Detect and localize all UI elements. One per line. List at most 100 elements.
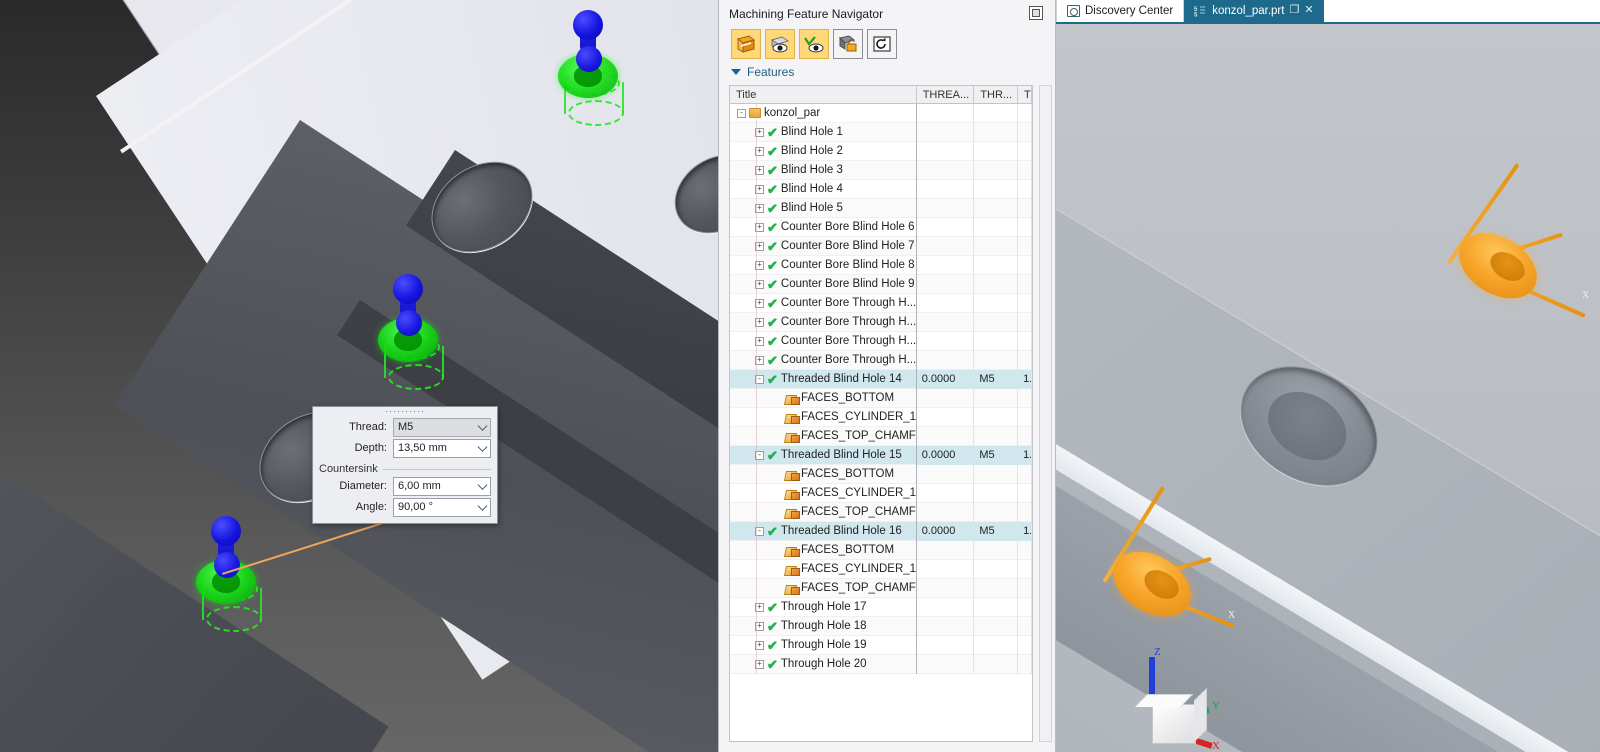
- column-header-thread-a[interactable]: THREA...: [917, 86, 975, 103]
- table-row[interactable]: + ✔ Counter Bore Through H...: [730, 331, 1032, 351]
- table-row[interactable]: FACES_BOTTOM: [730, 388, 1032, 408]
- table-row[interactable]: + ✔ Blind Hole 2: [730, 141, 1032, 161]
- table-row[interactable]: + ✔ Blind Hole 1: [730, 122, 1032, 142]
- left-3d-viewport[interactable]: [0, 0, 718, 752]
- tree-item-title-cell[interactable]: + ✔ Blind Hole 1: [730, 122, 917, 142]
- table-row[interactable]: FACES_BOTTOM: [730, 464, 1032, 484]
- tree-item-title-cell[interactable]: - ✔ Threaded Blind Hole 16: [730, 521, 917, 541]
- tree-cell-thread-b: [974, 426, 1019, 446]
- angle-input[interactable]: 90,00 °: [393, 497, 491, 517]
- chevron-down-icon[interactable]: [477, 421, 488, 431]
- tree-item-title-cell[interactable]: + ✔ Through Hole 18: [730, 616, 917, 636]
- tree-item-title-cell[interactable]: + ✔ Counter Bore Blind Hole 8: [730, 255, 917, 275]
- chevron-down-icon[interactable]: [731, 69, 741, 75]
- table-row[interactable]: FACES_TOP_CHAMFER: [730, 502, 1032, 522]
- table-row[interactable]: + ✔ Blind Hole 3: [730, 160, 1032, 180]
- tree-item-title-cell[interactable]: + ✔ Blind Hole 3: [730, 160, 917, 180]
- restore-icon[interactable]: ❐: [1289, 5, 1299, 16]
- tree-item-title-cell[interactable]: + ✔ Blind Hole 2: [730, 141, 917, 161]
- table-row[interactable]: -✔Threaded Blind Hole 140.0000M51.0: [730, 369, 1032, 389]
- table-row[interactable]: + ✔ Counter Bore Through H...: [730, 293, 1032, 313]
- table-row[interactable]: -✔Threaded Blind Hole 150.0000M51.0: [730, 445, 1032, 465]
- tree-item-title-cell[interactable]: - konzol_par: [730, 103, 917, 123]
- diameter-input[interactable]: 6,00 mm: [393, 476, 491, 496]
- tree-item-title-cell[interactable]: + ✔ Blind Hole 4: [730, 179, 917, 199]
- tree-item-title-cell[interactable]: FACES_TOP_CHAMFER: [730, 502, 917, 522]
- chevron-down-icon[interactable]: [477, 501, 488, 511]
- tree-item-title-cell[interactable]: + ✔ Through Hole 19: [730, 635, 917, 655]
- dialog-drag-grip[interactable]: ··········: [313, 407, 497, 416]
- highlight-feature-icon[interactable]: [799, 29, 829, 59]
- chevron-down-icon[interactable]: [477, 442, 488, 452]
- column-header-thread-c[interactable]: TH: [1018, 86, 1032, 103]
- tree-item-title-cell[interactable]: + ✔ Counter Bore Through H...: [730, 293, 917, 313]
- table-row[interactable]: FACES_TOP_CHAMFER: [730, 578, 1032, 598]
- tab-discovery-center[interactable]: Discovery Center: [1056, 0, 1185, 22]
- tree-item-title-cell[interactable]: FACES_CYLINDER_1: [730, 559, 917, 579]
- table-row[interactable]: + ✔ Blind Hole 4: [730, 179, 1032, 199]
- table-row[interactable]: - konzol_par: [730, 103, 1032, 123]
- chevron-down-icon[interactable]: [477, 480, 488, 490]
- tree-item-title-cell[interactable]: + ✔ Counter Bore Through H...: [730, 350, 917, 370]
- tree-item-title-cell[interactable]: FACES_CYLINDER_1: [730, 483, 917, 503]
- table-row[interactable]: FACES_BOTTOM: [730, 540, 1032, 560]
- countersink-section-header: Countersink: [319, 463, 491, 475]
- tree-item-title-cell[interactable]: + ✔ Counter Bore Blind Hole 9: [730, 274, 917, 294]
- show-hide-features-icon[interactable]: [765, 29, 795, 59]
- column-header-thread-b[interactable]: THR...: [974, 86, 1019, 103]
- table-row[interactable]: FACES_CYLINDER_1: [730, 407, 1032, 427]
- table-row[interactable]: + ✔ Through Hole 19: [730, 635, 1032, 655]
- column-header-title[interactable]: Title: [730, 86, 917, 103]
- hole-parameters-dialog[interactable]: ·········· Thread: M5 Depth: 13,50 mm Co…: [312, 406, 498, 524]
- features-section-toggle[interactable]: Features: [719, 61, 1055, 83]
- table-row[interactable]: + ✔ Blind Hole 5: [730, 198, 1032, 218]
- tree-item-title-cell[interactable]: + ✔ Through Hole 20: [730, 654, 917, 674]
- tree-item-title-cell[interactable]: FACES_BOTTOM: [730, 388, 917, 408]
- application-window: ·········· Thread: M5 Depth: 13,50 mm Co…: [0, 0, 1600, 752]
- tree-cell-thread-b: [974, 160, 1019, 180]
- table-row[interactable]: + ✔ Counter Bore Blind Hole 7: [730, 236, 1032, 256]
- table-row[interactable]: -✔Threaded Blind Hole 160.0000M51.0: [730, 521, 1032, 541]
- table-row[interactable]: + ✔ Through Hole 20: [730, 654, 1032, 674]
- tree-item-label: Blind Hole 4: [780, 183, 843, 195]
- tree-cell-thread-b: [974, 141, 1019, 161]
- panel-scrollbar[interactable]: [1039, 85, 1052, 742]
- tab-konzol-par-prt[interactable]: 5 5 konzol_par.prt ❐ ✕: [1184, 0, 1324, 22]
- find-features-icon[interactable]: [731, 29, 761, 59]
- table-row[interactable]: + ✔ Through Hole 17: [730, 597, 1032, 617]
- tree-item-title-cell[interactable]: FACES_BOTTOM: [730, 540, 917, 560]
- table-row[interactable]: + ✔ Through Hole 18: [730, 616, 1032, 636]
- table-row[interactable]: FACES_CYLINDER_1: [730, 483, 1032, 503]
- tree-item-title-cell[interactable]: FACES_BOTTOM: [730, 464, 917, 484]
- tree-item-title-cell[interactable]: + ✔ Counter Bore Through H...: [730, 312, 917, 332]
- tree-item-title-cell[interactable]: FACES_CYLINDER_1: [730, 407, 917, 427]
- table-row[interactable]: + ✔ Counter Bore Blind Hole 9: [730, 274, 1032, 294]
- tree-item-title-cell[interactable]: - ✔ Threaded Blind Hole 14: [730, 369, 917, 389]
- table-row[interactable]: + ✔ Counter Bore Blind Hole 6: [730, 217, 1032, 237]
- tree-item-title-cell[interactable]: + ✔ Through Hole 17: [730, 597, 917, 617]
- refresh-icon[interactable]: [867, 29, 897, 59]
- feature-rules-icon[interactable]: [833, 29, 863, 59]
- tree-cell-thread-a: [917, 160, 975, 180]
- tree-item-title-cell[interactable]: + ✔ Counter Bore Blind Hole 7: [730, 236, 917, 256]
- thread-select[interactable]: M5: [393, 417, 491, 437]
- feature-tree[interactable]: Title THREA... THR... TH - konzol_par +✔Bl…: [729, 85, 1033, 742]
- tree-item-title-cell[interactable]: FACES_TOP_CHAMFER: [730, 426, 917, 446]
- close-icon[interactable]: ✕: [1304, 5, 1313, 16]
- table-row[interactable]: FACES_TOP_CHAMFER: [730, 426, 1032, 446]
- table-row[interactable]: + ✔ Counter Bore Blind Hole 8: [730, 255, 1032, 275]
- pin-ball: [576, 46, 602, 72]
- axis-label-z: Z: [1154, 646, 1161, 658]
- table-row[interactable]: FACES_CYLINDER_1: [730, 559, 1032, 579]
- table-row[interactable]: + ✔ Counter Bore Through H...: [730, 350, 1032, 370]
- right-3d-viewport[interactable]: X X Z Y X: [1056, 24, 1600, 752]
- tree-item-title-cell[interactable]: FACES_TOP_CHAMFER: [730, 578, 917, 598]
- dock-button[interactable]: [1029, 6, 1043, 20]
- depth-input[interactable]: 13,50 mm: [393, 438, 491, 458]
- tree-item-title-cell[interactable]: + ✔ Counter Bore Through H...: [730, 331, 917, 351]
- tree-item-title-cell[interactable]: + ✔ Blind Hole 5: [730, 198, 917, 218]
- collapse-toggle[interactable]: -: [737, 108, 746, 118]
- tree-item-title-cell[interactable]: + ✔ Counter Bore Blind Hole 6: [730, 217, 917, 237]
- table-row[interactable]: + ✔ Counter Bore Through H...: [730, 312, 1032, 332]
- tree-item-title-cell[interactable]: - ✔ Threaded Blind Hole 15: [730, 445, 917, 465]
